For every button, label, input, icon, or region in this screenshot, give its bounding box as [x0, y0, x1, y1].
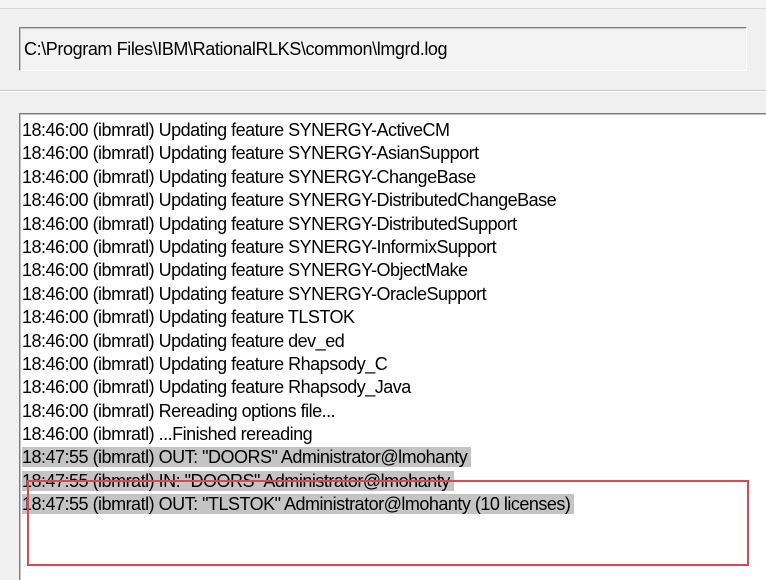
log-line-selected[interactable]: 18:47:55 (ibmratl) OUT: "DOORS" Administ…: [20, 446, 766, 469]
log-line[interactable]: 18:46:00 (ibmratl) Updating feature SYNE…: [20, 166, 766, 189]
log-line-text: 18:46:00 (ibmratl) Updating feature SYNE…: [22, 143, 479, 164]
section-divider: [0, 90, 766, 92]
log-line[interactable]: 18:46:00 (ibmratl) Updating feature SYNE…: [20, 119, 766, 142]
log-line-text: 18:46:00 (ibmratl) Updating feature SYNE…: [22, 190, 557, 211]
log-line-text: 18:46:00 (ibmratl) Updating feature SYNE…: [22, 260, 468, 281]
log-line-selected[interactable]: 18:47:55 (ibmratl) OUT: "TLSTOK" Adminis…: [20, 493, 766, 516]
log-line-text: 18:46:00 (ibmratl) Updating feature Rhap…: [22, 353, 388, 374]
log-line-text: 18:46:00 (ibmratl) Updating feature dev_…: [22, 330, 345, 351]
log-line-text: 18:46:00 (ibmratl) Updating feature SYNE…: [22, 213, 517, 234]
log-line-text: 18:46:00 (ibmratl) Updating feature SYNE…: [22, 236, 497, 257]
log-line[interactable]: 18:46:00 (ibmratl) Updating feature SYNE…: [20, 189, 766, 212]
log-line-selected[interactable]: 18:47:55 (ibmratl) IN: "DOORS" Administr…: [20, 470, 766, 493]
log-line[interactable]: 18:46:00 (ibmratl) Rereading options fil…: [20, 400, 766, 423]
log-line-text: 18:47:55 (ibmratl) OUT: "TLSTOK" Adminis…: [22, 494, 575, 515]
log-output-listbox[interactable]: 18:46:00 (ibmratl) Updating feature SYNE…: [19, 113, 766, 580]
log-line[interactable]: 18:46:00 (ibmratl) ...Finished rereading: [20, 423, 766, 446]
log-line-text: 18:46:00 (ibmratl) Updating feature TLST…: [22, 307, 355, 328]
log-line-text: 18:46:00 (ibmratl) Updating feature SYNE…: [22, 166, 476, 187]
log-line[interactable]: 18:46:00 (ibmratl) Updating feature SYNE…: [20, 259, 766, 282]
log-line-text: 18:47:55 (ibmratl) IN: "DOORS" Administr…: [22, 470, 454, 491]
log-line-text: 18:46:00 (ibmratl) Updating feature SYNE…: [22, 283, 487, 304]
log-line[interactable]: 18:46:00 (ibmratl) Updating feature SYNE…: [20, 283, 766, 306]
log-file-path-field[interactable]: C:\Program Files\IBM\RationalRLKS\common…: [19, 27, 747, 71]
log-line[interactable]: 18:46:00 (ibmratl) Updating feature TLST…: [20, 306, 766, 329]
log-line-text: 18:46:00 (ibmratl) Rereading options fil…: [22, 400, 336, 421]
log-line[interactable]: 18:46:00 (ibmratl) Updating feature SYNE…: [20, 236, 766, 259]
log-line[interactable]: 18:46:00 (ibmratl) Updating feature Rhap…: [20, 353, 766, 376]
log-line[interactable]: 18:46:00 (ibmratl) Updating feature Rhap…: [20, 376, 766, 399]
log-line[interactable]: 18:46:00 (ibmratl) Updating feature SYNE…: [20, 213, 766, 236]
log-line[interactable]: 18:46:00 (ibmratl) Updating feature dev_…: [20, 330, 766, 353]
log-line-text: 18:46:00 (ibmratl) Updating feature SYNE…: [22, 120, 450, 140]
log-lines: 18:46:00 (ibmratl) Updating feature SYNE…: [20, 114, 766, 517]
log-line-text: 18:46:00 (ibmratl) Updating feature Rhap…: [22, 377, 411, 398]
window-top-edge: [0, 0, 766, 9]
log-line-text: 18:46:00 (ibmratl) ...Finished rereading: [22, 424, 313, 445]
log-file-path-text: C:\Program Files\IBM\RationalRLKS\common…: [24, 39, 448, 59]
log-line-text: 18:47:55 (ibmratl) OUT: "DOORS" Administ…: [22, 447, 472, 468]
log-line[interactable]: 18:46:00 (ibmratl) Updating feature SYNE…: [20, 142, 766, 165]
